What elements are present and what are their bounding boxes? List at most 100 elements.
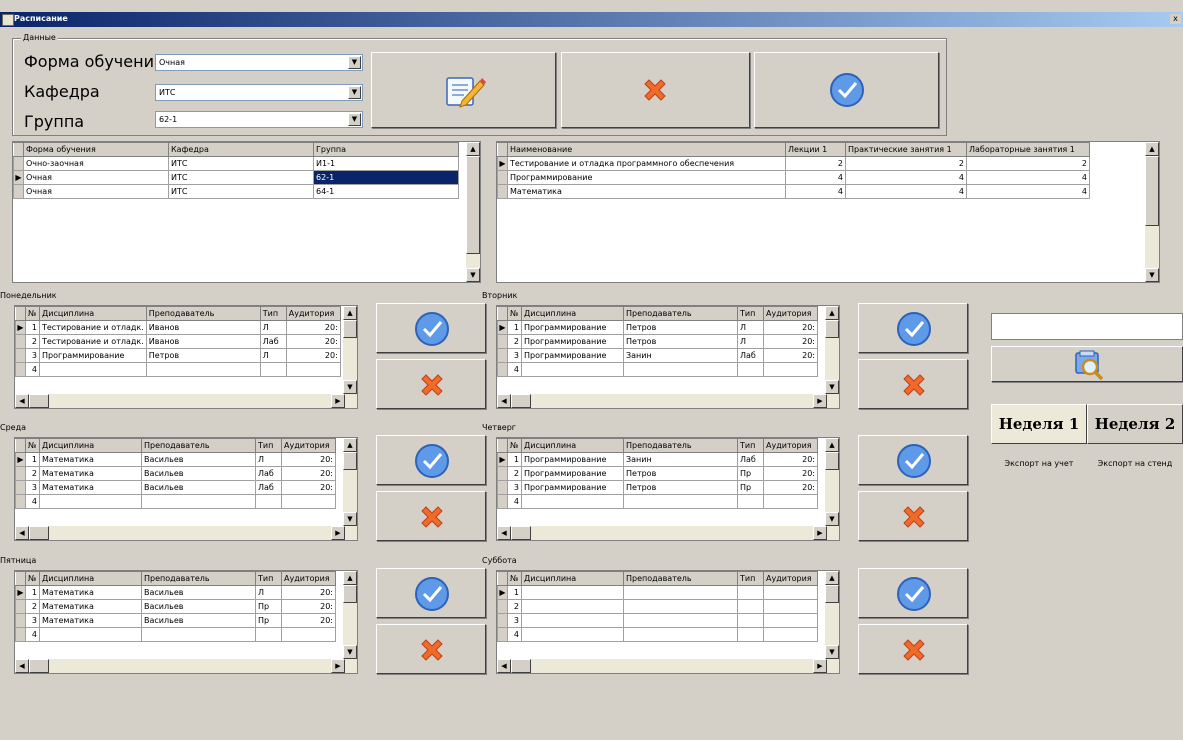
scroll-thumb[interactable] xyxy=(29,526,49,540)
column-header[interactable]: Дисциплина xyxy=(39,571,142,586)
scroll-down-icon[interactable]: ▼ xyxy=(343,380,357,394)
scroll-thumb[interactable] xyxy=(29,659,49,673)
week-1-tab[interactable]: Неделя 1 xyxy=(991,404,1087,444)
table-row[interactable]: 2 Математика Васильев Лаб 20: xyxy=(15,466,336,481)
column-header[interactable]: Преподаватель xyxy=(623,438,738,453)
column-header[interactable]: Дисциплина xyxy=(521,571,624,586)
table-row[interactable]: ▶ 1 Программирование Занин Лаб 20: xyxy=(497,452,818,467)
scroll-up-icon[interactable]: ▲ xyxy=(343,306,357,320)
table-row[interactable]: 4 xyxy=(15,627,336,642)
chevron-down-icon[interactable]: ▼ xyxy=(348,56,361,69)
scroll-down-icon[interactable]: ▼ xyxy=(825,645,839,659)
table-row[interactable]: ▶ 1 Математика Васильев Л 20: xyxy=(15,585,336,600)
column-header[interactable]: Тип xyxy=(259,306,287,321)
table-row[interactable]: 3 Математика Васильев Лаб 20: xyxy=(15,480,336,495)
column-header[interactable]: Дисциплина xyxy=(39,438,142,453)
table-row[interactable]: 4 xyxy=(497,494,818,509)
horizontal-scrollbar[interactable]: ◀ ▶ xyxy=(497,526,839,540)
column-header[interactable]: Кафедра xyxy=(168,142,314,157)
scroll-down-icon[interactable]: ▼ xyxy=(466,268,480,282)
table-row[interactable]: Математика 4 4 4 xyxy=(497,184,1090,199)
column-header[interactable]: № xyxy=(25,438,40,453)
column-header[interactable]: Аудитория xyxy=(763,571,818,586)
horizontal-scrollbar[interactable]: ◀ ▶ xyxy=(497,659,839,673)
scroll-thumb[interactable] xyxy=(511,394,531,408)
dept-combo[interactable]: ИТС ▼ xyxy=(155,84,363,101)
table-row[interactable]: 3 Программирование Петров Пр 20: xyxy=(497,480,818,495)
vertical-scrollbar[interactable]: ▲ ▼ xyxy=(466,142,480,282)
scroll-down-icon[interactable]: ▼ xyxy=(825,512,839,526)
chevron-down-icon[interactable]: ▼ xyxy=(348,113,361,126)
vertical-scrollbar[interactable]: ▲ ▼ xyxy=(343,306,357,394)
delete-sat-button[interactable] xyxy=(858,624,968,674)
table-row[interactable]: ▶ 1 Программирование Петров Л 20: xyxy=(497,320,818,335)
confirm-sat-button[interactable] xyxy=(858,568,968,618)
scroll-left-icon[interactable]: ◀ xyxy=(15,394,29,408)
column-header[interactable]: № xyxy=(25,306,40,321)
search-button[interactable] xyxy=(991,346,1183,382)
scroll-up-icon[interactable]: ▲ xyxy=(343,438,357,452)
table-row[interactable]: 2 xyxy=(497,599,818,614)
schedule-grid-tue[interactable]: № Дисциплина Преподаватель Тип Аудитория ▶ 1 Пр… xyxy=(496,305,840,409)
table-row[interactable]: 2 Программирование Петров Пр 20: xyxy=(497,466,818,481)
vertical-scrollbar[interactable]: ▲ ▼ xyxy=(825,438,839,526)
scroll-right-icon[interactable]: ▶ xyxy=(813,394,827,408)
scroll-down-icon[interactable]: ▼ xyxy=(825,380,839,394)
column-header[interactable]: Наименование xyxy=(507,142,786,157)
scroll-left-icon[interactable]: ◀ xyxy=(497,526,511,540)
edit-button[interactable] xyxy=(371,52,556,128)
scroll-up-icon[interactable]: ▲ xyxy=(343,571,357,585)
confirm-thu-button[interactable] xyxy=(858,435,968,485)
table-row[interactable]: Очная ИТС 64-1 xyxy=(13,184,459,199)
scroll-up-icon[interactable]: ▲ xyxy=(466,142,480,156)
confirm-wed-button[interactable] xyxy=(376,435,486,485)
table-row[interactable]: 2 Математика Васильев Пр 20: xyxy=(15,599,336,614)
column-header[interactable]: № xyxy=(25,571,40,586)
table-row[interactable]: Очно-заочная ИТС И1-1 xyxy=(13,156,459,171)
scroll-down-icon[interactable]: ▼ xyxy=(1145,268,1159,282)
week-2-tab[interactable]: Неделя 2 xyxy=(1087,404,1183,444)
horizontal-scrollbar[interactable]: ◀ ▶ xyxy=(497,394,839,408)
scroll-up-icon[interactable]: ▲ xyxy=(1145,142,1159,156)
table-row[interactable]: 3 xyxy=(497,613,818,628)
column-header[interactable]: Аудитория xyxy=(763,438,818,453)
scroll-right-icon[interactable]: ▶ xyxy=(331,394,345,408)
vertical-scrollbar[interactable]: ▲ ▼ xyxy=(343,438,357,526)
delete-wed-button[interactable] xyxy=(376,491,486,541)
column-header[interactable]: Тип xyxy=(737,438,764,453)
table-row[interactable]: 4 xyxy=(15,494,336,509)
scroll-right-icon[interactable]: ▶ xyxy=(813,526,827,540)
scroll-thumb[interactable] xyxy=(511,659,531,673)
schedule-grid-thu[interactable]: № Дисциплина Преподаватель Тип Аудитория ▶ 1 Пр… xyxy=(496,437,840,541)
scroll-thumb[interactable] xyxy=(343,452,357,470)
column-header[interactable]: Практические занятия 1 xyxy=(845,142,967,157)
horizontal-scrollbar[interactable]: ◀ ▶ xyxy=(15,659,357,673)
column-header[interactable]: Форма обучения xyxy=(23,142,169,157)
table-row[interactable]: ▶ 1 Математика Васильев Л 20: xyxy=(15,452,336,467)
table-row[interactable]: 2 Тестирование и отладк. Иванов Лаб 20: xyxy=(15,334,341,349)
scroll-thumb[interactable] xyxy=(825,320,839,338)
column-header[interactable]: Аудитория xyxy=(281,571,336,586)
scroll-thumb[interactable] xyxy=(1145,156,1159,226)
confirm-tue-button[interactable] xyxy=(858,303,968,353)
column-header[interactable]: Тип xyxy=(737,571,764,586)
column-header[interactable]: № xyxy=(507,571,522,586)
scroll-thumb[interactable] xyxy=(825,585,839,603)
delete-thu-button[interactable] xyxy=(858,491,968,541)
scroll-thumb[interactable] xyxy=(511,526,531,540)
scroll-left-icon[interactable]: ◀ xyxy=(497,659,511,673)
groups-grid[interactable]: Форма обучения Кафедра Группа Очно-заочн… xyxy=(12,141,481,283)
group-combo[interactable]: 62-1 ▼ xyxy=(155,111,363,128)
chevron-down-icon[interactable]: ▼ xyxy=(348,86,361,99)
search-input[interactable] xyxy=(991,313,1183,340)
export-stand-button[interactable]: Экспорт на стенд xyxy=(1087,455,1183,473)
scroll-thumb[interactable] xyxy=(466,156,480,254)
column-header[interactable]: Дисциплина xyxy=(521,438,624,453)
scroll-thumb[interactable] xyxy=(343,585,357,603)
table-row[interactable]: Программирование 4 4 4 xyxy=(497,170,1090,185)
column-header[interactable]: Преподаватель xyxy=(623,306,738,321)
scroll-up-icon[interactable]: ▲ xyxy=(825,306,839,320)
vertical-scrollbar[interactable]: ▲ ▼ xyxy=(825,306,839,394)
scroll-down-icon[interactable]: ▼ xyxy=(343,645,357,659)
scroll-thumb[interactable] xyxy=(343,320,357,338)
